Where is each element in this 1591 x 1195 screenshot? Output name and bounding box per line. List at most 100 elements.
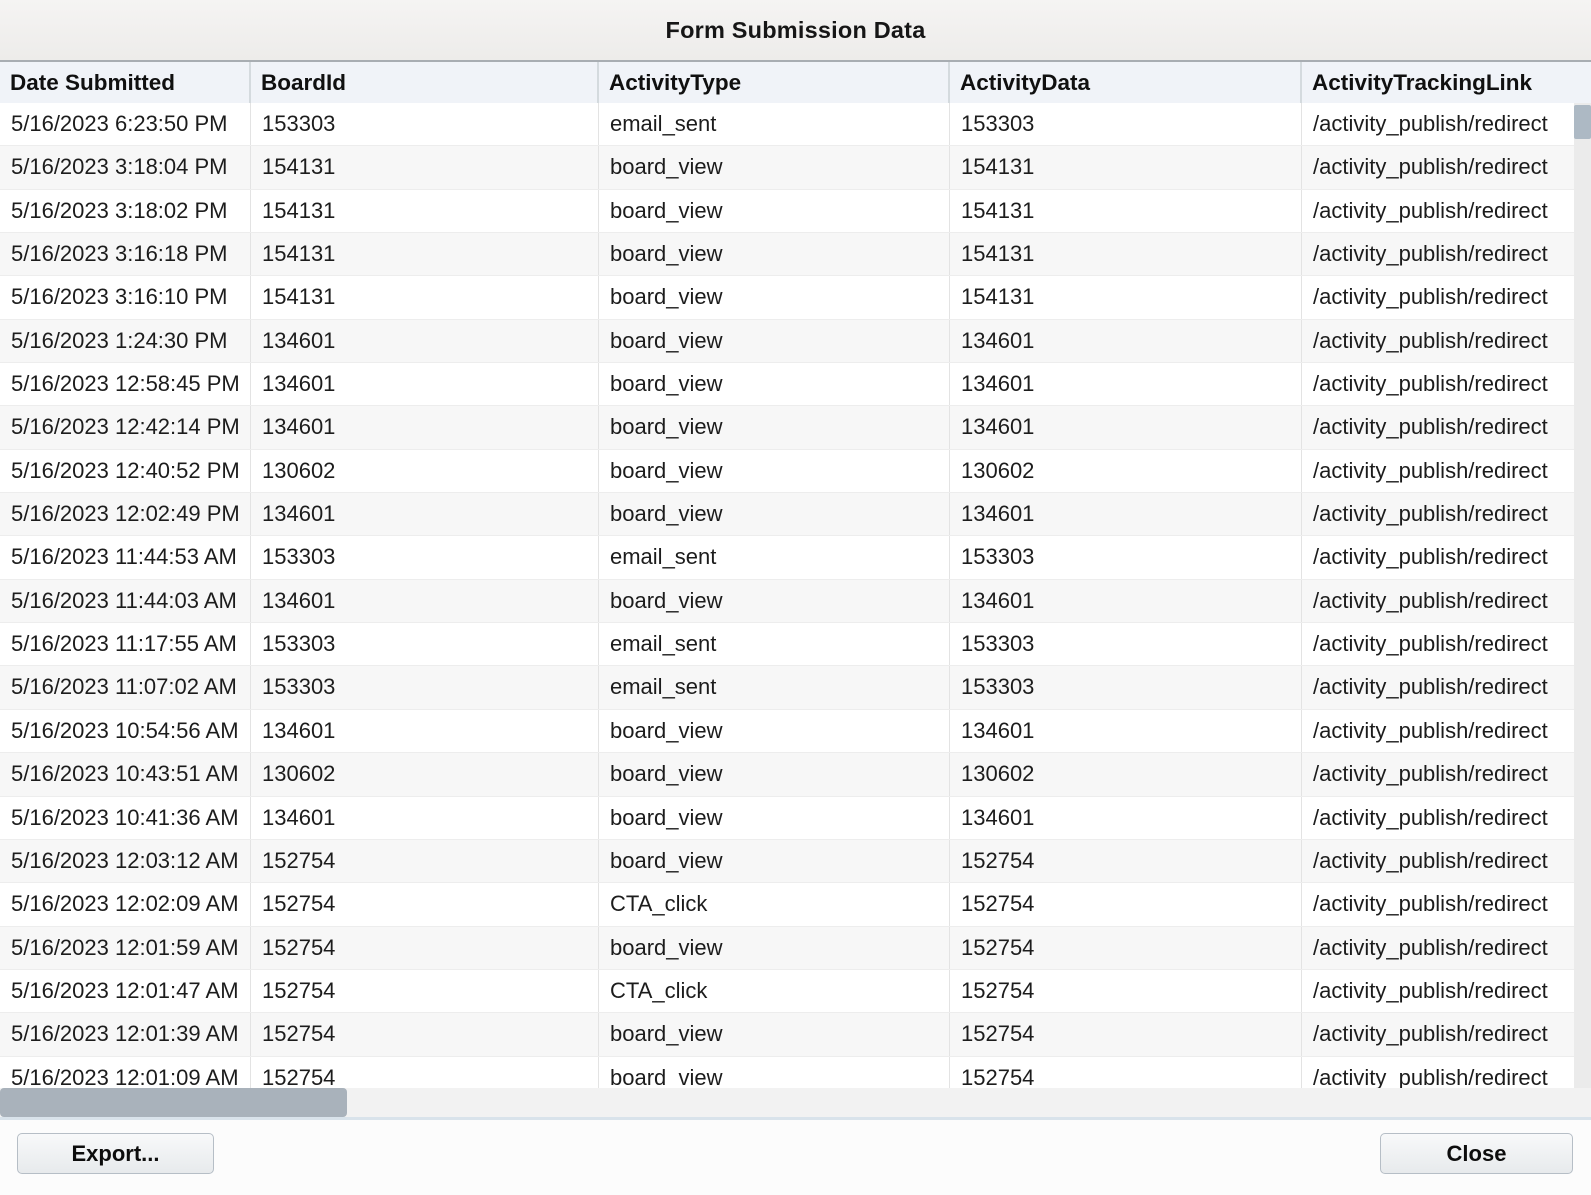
cell-activity-tracking-link: /activity_publish/redirect [1313,284,1548,310]
cell-board-id: 152754 [251,1013,599,1056]
cell-activity-type: board_view [599,363,950,406]
vertical-scrollbar[interactable] [1574,103,1591,1088]
cell-board-id: 134601 [251,796,599,839]
cell-activity-tracking-link: /activity_publish/redirect [1313,891,1548,917]
table-row[interactable]: 5/16/2023 12:02:09 AM 152754 CTA_click 1… [0,883,1574,927]
dialog-footer: Export... Close [0,1120,1591,1195]
table-row[interactable]: 5/16/2023 12:40:52 PM 130602 board_view … [0,449,1574,494]
cell-board-id: 134601 [251,579,599,623]
cell-activity-data: 153303 [950,103,1302,146]
cell-activity-data: 134601 [950,493,1302,536]
cell-activity-type: board_view [599,753,950,796]
cell-activity-tracking-link: /activity_publish/redirect [1313,804,1548,830]
table-row[interactable]: 5/16/2023 3:18:04 PM 154131 board_view 1… [0,146,1574,190]
cell-board-id: 134601 [251,709,599,753]
vertical-scrollbar-thumb[interactable] [1574,105,1591,139]
column-header-activity-data[interactable]: ActivityData [950,62,1302,103]
cell-board-id: 134601 [251,493,599,536]
cell-activity-data: 153303 [950,666,1302,709]
cell-board-id: 154131 [251,233,599,276]
cell-board-id: 134601 [251,319,599,363]
close-button[interactable]: Close [1380,1133,1573,1174]
cell-activity-type: board_view [599,709,950,753]
cell-date-submitted: 5/16/2023 1:24:30 PM [0,319,251,363]
cell-activity-data: 134601 [950,579,1302,623]
table-row[interactable]: 5/16/2023 11:07:02 AM 153303 email_sent … [0,666,1574,710]
cell-activity-type: email_sent [599,623,950,666]
cell-activity-tracking-link: /activity_publish/redirect [1313,111,1548,136]
cell-activity-type: board_view [599,146,950,189]
cell-activity-type: CTA_click [599,969,950,1013]
cell-activity-type: board_view [599,406,950,449]
cell-board-id: 152754 [251,969,599,1013]
column-header-date-submitted[interactable]: Date Submitted [0,62,251,103]
table-row[interactable]: 5/16/2023 12:42:14 PM 134601 board_view … [0,406,1574,450]
table-row[interactable]: 5/16/2023 12:02:49 PM 134601 board_view … [0,493,1574,537]
cell-board-id: 152754 [251,926,599,969]
table-row[interactable]: 5/16/2023 10:41:36 AM 134601 board_view … [0,796,1574,840]
table-row[interactable]: 5/16/2023 12:03:12 AM 152754 board_view … [0,839,1574,884]
column-header-activity-tracking-link[interactable]: ActivityTrackingLink [1302,62,1574,103]
table-row[interactable]: 5/16/2023 1:24:30 PM 134601 board_view 1… [0,319,1574,364]
cell-board-id: 153303 [251,536,599,579]
horizontal-scrollbar[interactable] [0,1088,1574,1117]
table-row[interactable]: 5/16/2023 3:18:02 PM 154131 board_view 1… [0,189,1574,234]
cell-activity-type: board_view [599,1056,950,1088]
cell-activity-data: 152754 [950,1013,1302,1056]
cell-activity-tracking-link: /activity_publish/redirect [1313,717,1548,743]
cell-activity-tracking-link: /activity_publish/redirect [1313,674,1548,700]
cell-activity-type: board_view [599,276,950,319]
table-row[interactable]: 5/16/2023 12:01:59 AM 152754 board_view … [0,926,1574,970]
cell-activity-tracking-link: /activity_publish/redirect [1313,154,1548,180]
cell-activity-data: 152754 [950,883,1302,926]
table-row[interactable]: 5/16/2023 12:01:39 AM 152754 board_view … [0,1013,1574,1057]
cell-activity-data: 154131 [950,233,1302,276]
horizontal-scrollbar-thumb[interactable] [0,1088,347,1117]
cell-board-id: 154131 [251,189,599,233]
table-row[interactable]: 5/16/2023 12:01:09 AM 152754 board_view … [0,1056,1574,1088]
table-row[interactable]: 5/16/2023 3:16:10 PM 154131 board_view 1… [0,276,1574,320]
cell-activity-data: 153303 [950,623,1302,666]
table-row[interactable]: 5/16/2023 11:17:55 AM 153303 email_sent … [0,623,1574,667]
cell-date-submitted: 5/16/2023 12:01:47 AM [0,969,251,1013]
table-row[interactable]: 5/16/2023 10:54:56 AM 134601 board_view … [0,709,1574,754]
cell-board-id: 130602 [251,449,599,493]
cell-board-id: 134601 [251,363,599,406]
cell-activity-type: board_view [599,449,950,493]
export-button[interactable]: Export... [17,1133,214,1174]
column-header-board-id[interactable]: BoardId [251,62,599,103]
dialog-title: Form Submission Data [665,16,926,43]
table-row[interactable]: 5/16/2023 11:44:53 AM 153303 email_sent … [0,536,1574,580]
table-row[interactable]: 5/16/2023 3:16:18 PM 154131 board_view 1… [0,233,1574,277]
cell-activity-data: 134601 [950,363,1302,406]
cell-date-submitted: 5/16/2023 3:16:18 PM [0,233,251,276]
cell-activity-data: 154131 [950,189,1302,233]
cell-activity-data: 152754 [950,839,1302,883]
table-row[interactable]: 5/16/2023 6:23:50 PM 153303 email_sent 1… [0,103,1574,147]
cell-board-id: 152754 [251,839,599,883]
cell-date-submitted: 5/16/2023 12:01:09 AM [0,1056,251,1088]
table-row[interactable]: 5/16/2023 12:01:47 AM 152754 CTA_click 1… [0,969,1574,1014]
cell-board-id: 153303 [251,623,599,666]
cell-activity-data: 152754 [950,969,1302,1013]
cell-activity-tracking-link: /activity_publish/redirect [1313,371,1548,397]
cell-activity-data: 152754 [950,1056,1302,1088]
column-header-activity-type[interactable]: ActivityType [599,62,950,103]
cell-activity-type: email_sent [599,666,950,709]
cell-activity-type: board_view [599,1013,950,1056]
cell-activity-tracking-link: /activity_publish/redirect [1313,761,1548,787]
cell-activity-type: email_sent [599,103,950,146]
table-row[interactable]: 5/16/2023 11:44:03 AM 134601 board_view … [0,579,1574,624]
cell-activity-data: 134601 [950,406,1302,449]
table-body: 5/16/2023 6:23:50 PM 153303 email_sent 1… [0,103,1574,1088]
cell-date-submitted: 5/16/2023 10:43:51 AM [0,753,251,796]
cell-activity-type: CTA_click [599,883,950,926]
cell-date-submitted: 5/16/2023 12:01:59 AM [0,926,251,969]
table-row[interactable]: 5/16/2023 12:58:45 PM 134601 board_view … [0,363,1574,407]
cell-activity-type: board_view [599,319,950,363]
cell-activity-data: 152754 [950,926,1302,969]
cell-board-id: 154131 [251,146,599,189]
cell-date-submitted: 5/16/2023 11:44:03 AM [0,579,251,623]
table-row[interactable]: 5/16/2023 10:43:51 AM 130602 board_view … [0,753,1574,797]
cell-activity-data: 134601 [950,796,1302,839]
